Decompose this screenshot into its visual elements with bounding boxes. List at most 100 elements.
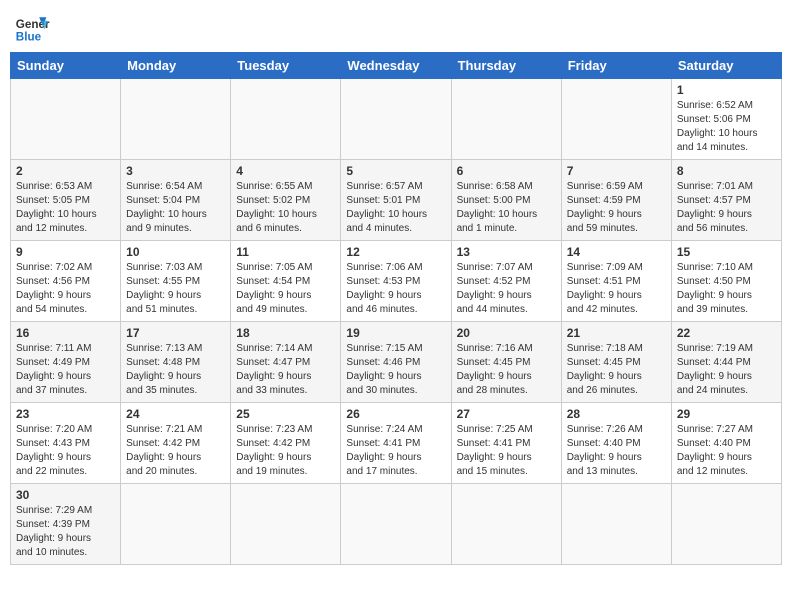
calendar-cell bbox=[451, 79, 561, 160]
calendar-cell: 13 Sunrise: 7:07 AM Sunset: 4:52 PM Dayli… bbox=[451, 241, 561, 322]
day-number: 29 bbox=[677, 407, 776, 421]
day-header-wednesday: Wednesday bbox=[341, 53, 451, 79]
calendar-cell bbox=[11, 79, 121, 160]
svg-text:Blue: Blue bbox=[16, 31, 42, 44]
calendar-table: SundayMondayTuesdayWednesdayThursdayFrid… bbox=[10, 52, 782, 565]
day-info: Sunrise: 7:20 AM Sunset: 4:43 PM Dayligh… bbox=[16, 423, 115, 479]
calendar-cell: 15 Sunrise: 7:10 AM Sunset: 4:50 PM Dayli… bbox=[671, 241, 781, 322]
day-info: Sunrise: 7:29 AM Sunset: 4:39 PM Dayligh… bbox=[16, 504, 115, 560]
logo-icon: General Blue bbox=[14, 10, 50, 46]
calendar-week-row: 9 Sunrise: 7:02 AM Sunset: 4:56 PM Daylig… bbox=[11, 241, 782, 322]
day-header-monday: Monday bbox=[121, 53, 231, 79]
calendar-cell: 25 Sunrise: 7:23 AM Sunset: 4:42 PM Dayli… bbox=[231, 403, 341, 484]
day-number: 18 bbox=[236, 326, 335, 340]
calendar-cell: 29 Sunrise: 7:27 AM Sunset: 4:40 PM Dayli… bbox=[671, 403, 781, 484]
calendar-cell: 5 Sunrise: 6:57 AM Sunset: 5:01 PM Daylig… bbox=[341, 160, 451, 241]
day-info: Sunrise: 7:25 AM Sunset: 4:41 PM Dayligh… bbox=[457, 423, 556, 479]
day-info: Sunrise: 7:24 AM Sunset: 4:41 PM Dayligh… bbox=[346, 423, 445, 479]
calendar-cell: 16Sunrise: 7:11 AM Sunset: 4:49 PM Dayli… bbox=[11, 322, 121, 403]
day-info: Sunrise: 7:18 AM Sunset: 4:45 PM Dayligh… bbox=[567, 342, 666, 398]
day-info: Sunrise: 6:58 AM Sunset: 5:00 PM Dayligh… bbox=[457, 180, 556, 236]
day-info: Sunrise: 6:53 AM Sunset: 5:05 PM Dayligh… bbox=[16, 180, 115, 236]
day-info: Sunrise: 7:09 AM Sunset: 4:51 PM Dayligh… bbox=[567, 261, 666, 317]
day-header-saturday: Saturday bbox=[671, 53, 781, 79]
day-info: Sunrise: 7:11 AM Sunset: 4:49 PM Dayligh… bbox=[16, 342, 115, 398]
calendar-cell: 2 Sunrise: 6:53 AM Sunset: 5:05 PM Daylig… bbox=[11, 160, 121, 241]
day-info: Sunrise: 7:26 AM Sunset: 4:40 PM Dayligh… bbox=[567, 423, 666, 479]
day-number: 4 bbox=[236, 164, 335, 178]
calendar-cell bbox=[561, 79, 671, 160]
day-number: 7 bbox=[567, 164, 666, 178]
day-number: 2 bbox=[16, 164, 115, 178]
calendar-cell bbox=[671, 484, 781, 565]
logo: General Blue bbox=[14, 10, 50, 46]
day-info: Sunrise: 7:05 AM Sunset: 4:54 PM Dayligh… bbox=[236, 261, 335, 317]
day-info: Sunrise: 7:27 AM Sunset: 4:40 PM Dayligh… bbox=[677, 423, 776, 479]
calendar-cell: 18 Sunrise: 7:14 AM Sunset: 4:47 PM Dayli… bbox=[231, 322, 341, 403]
day-number: 15 bbox=[677, 245, 776, 259]
day-info: Sunrise: 6:54 AM Sunset: 5:04 PM Dayligh… bbox=[126, 180, 225, 236]
day-number: 17 bbox=[126, 326, 225, 340]
day-number: 27 bbox=[457, 407, 556, 421]
calendar-cell: 24 Sunrise: 7:21 AM Sunset: 4:42 PM Dayli… bbox=[121, 403, 231, 484]
calendar-cell: 17 Sunrise: 7:13 AM Sunset: 4:48 PM Dayli… bbox=[121, 322, 231, 403]
calendar-cell bbox=[561, 484, 671, 565]
day-info: Sunrise: 6:57 AM Sunset: 5:01 PM Dayligh… bbox=[346, 180, 445, 236]
day-number: 8 bbox=[677, 164, 776, 178]
calendar-cell: 14 Sunrise: 7:09 AM Sunset: 4:51 PM Dayli… bbox=[561, 241, 671, 322]
day-info: Sunrise: 7:02 AM Sunset: 4:56 PM Dayligh… bbox=[16, 261, 115, 317]
day-number: 13 bbox=[457, 245, 556, 259]
calendar-cell bbox=[121, 79, 231, 160]
day-info: Sunrise: 7:07 AM Sunset: 4:52 PM Dayligh… bbox=[457, 261, 556, 317]
calendar-cell: 1 Sunrise: 6:52 AM Sunset: 5:06 PM Daylig… bbox=[671, 79, 781, 160]
day-info: Sunrise: 6:52 AM Sunset: 5:06 PM Dayligh… bbox=[677, 99, 776, 155]
day-number: 1 bbox=[677, 83, 776, 97]
day-number: 30 bbox=[16, 488, 115, 502]
calendar-cell: 11Sunrise: 7:05 AM Sunset: 4:54 PM Dayli… bbox=[231, 241, 341, 322]
calendar-cell bbox=[341, 484, 451, 565]
day-header-tuesday: Tuesday bbox=[231, 53, 341, 79]
calendar-week-row: 30 Sunrise: 7:29 AM Sunset: 4:39 PM Dayli… bbox=[11, 484, 782, 565]
calendar-cell bbox=[121, 484, 231, 565]
calendar-cell: 26 Sunrise: 7:24 AM Sunset: 4:41 PM Dayli… bbox=[341, 403, 451, 484]
day-number: 9 bbox=[16, 245, 115, 259]
day-number: 25 bbox=[236, 407, 335, 421]
day-number: 5 bbox=[346, 164, 445, 178]
calendar-cell bbox=[451, 484, 561, 565]
day-info: Sunrise: 7:10 AM Sunset: 4:50 PM Dayligh… bbox=[677, 261, 776, 317]
day-number: 3 bbox=[126, 164, 225, 178]
calendar-cell: 22Sunrise: 7:19 AM Sunset: 4:44 PM Dayli… bbox=[671, 322, 781, 403]
calendar-cell: 27 Sunrise: 7:25 AM Sunset: 4:41 PM Dayli… bbox=[451, 403, 561, 484]
calendar-cell: 21 Sunrise: 7:18 AM Sunset: 4:45 PM Dayli… bbox=[561, 322, 671, 403]
day-number: 12 bbox=[346, 245, 445, 259]
day-info: Sunrise: 7:23 AM Sunset: 4:42 PM Dayligh… bbox=[236, 423, 335, 479]
day-info: Sunrise: 7:01 AM Sunset: 4:57 PM Dayligh… bbox=[677, 180, 776, 236]
day-header-friday: Friday bbox=[561, 53, 671, 79]
calendar-cell bbox=[231, 484, 341, 565]
day-info: Sunrise: 6:55 AM Sunset: 5:02 PM Dayligh… bbox=[236, 180, 335, 236]
day-number: 23 bbox=[16, 407, 115, 421]
calendar-week-row: 1 Sunrise: 6:52 AM Sunset: 5:06 PM Daylig… bbox=[11, 79, 782, 160]
day-number: 28 bbox=[567, 407, 666, 421]
calendar-cell bbox=[231, 79, 341, 160]
day-number: 19 bbox=[346, 326, 445, 340]
calendar-cell: 3 Sunrise: 6:54 AM Sunset: 5:04 PM Daylig… bbox=[121, 160, 231, 241]
day-number: 26 bbox=[346, 407, 445, 421]
day-info: Sunrise: 7:21 AM Sunset: 4:42 PM Dayligh… bbox=[126, 423, 225, 479]
day-number: 14 bbox=[567, 245, 666, 259]
day-number: 24 bbox=[126, 407, 225, 421]
day-info: Sunrise: 7:06 AM Sunset: 4:53 PM Dayligh… bbox=[346, 261, 445, 317]
day-info: Sunrise: 6:59 AM Sunset: 4:59 PM Dayligh… bbox=[567, 180, 666, 236]
day-info: Sunrise: 7:13 AM Sunset: 4:48 PM Dayligh… bbox=[126, 342, 225, 398]
calendar-cell: 9 Sunrise: 7:02 AM Sunset: 4:56 PM Daylig… bbox=[11, 241, 121, 322]
day-info: Sunrise: 7:14 AM Sunset: 4:47 PM Dayligh… bbox=[236, 342, 335, 398]
day-number: 20 bbox=[457, 326, 556, 340]
calendar-cell: 19Sunrise: 7:15 AM Sunset: 4:46 PM Dayli… bbox=[341, 322, 451, 403]
calendar-cell: 4 Sunrise: 6:55 AM Sunset: 5:02 PM Daylig… bbox=[231, 160, 341, 241]
day-info: Sunrise: 7:03 AM Sunset: 4:55 PM Dayligh… bbox=[126, 261, 225, 317]
day-number: 21 bbox=[567, 326, 666, 340]
calendar-week-row: 16Sunrise: 7:11 AM Sunset: 4:49 PM Dayli… bbox=[11, 322, 782, 403]
calendar-cell bbox=[341, 79, 451, 160]
calendar-cell: 23 Sunrise: 7:20 AM Sunset: 4:43 PM Dayli… bbox=[11, 403, 121, 484]
calendar-cell: 6Sunrise: 6:58 AM Sunset: 5:00 PM Daylig… bbox=[451, 160, 561, 241]
